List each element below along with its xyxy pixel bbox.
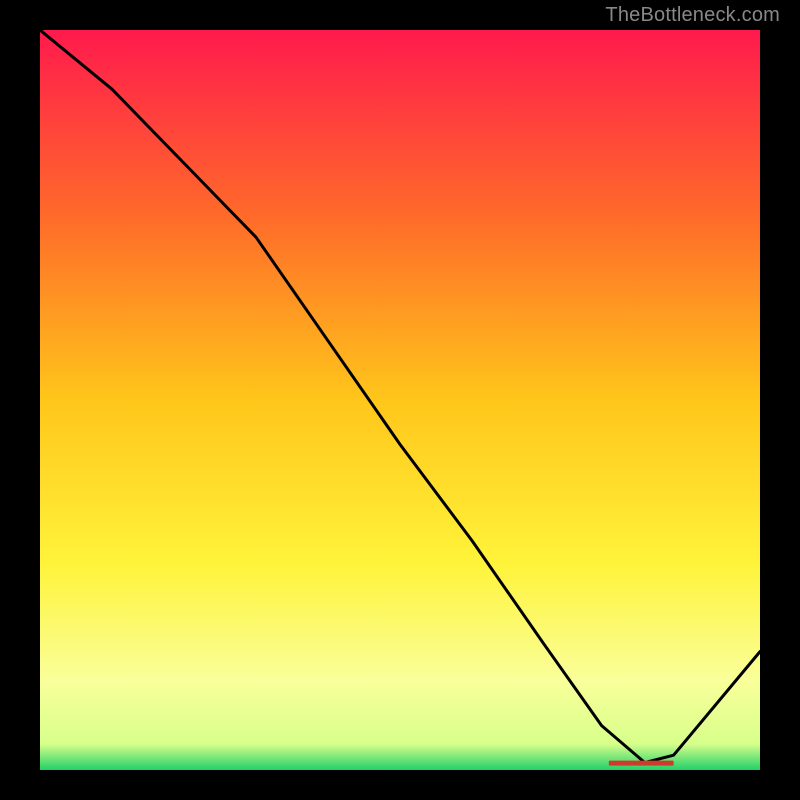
chart-bg-gradient xyxy=(40,30,760,770)
bottleneck-chart xyxy=(40,30,760,770)
attribution-text: TheBottleneck.com xyxy=(605,4,780,27)
chart-wrap: TheBottleneck.com xyxy=(0,0,800,800)
optimal-marker xyxy=(609,761,674,766)
